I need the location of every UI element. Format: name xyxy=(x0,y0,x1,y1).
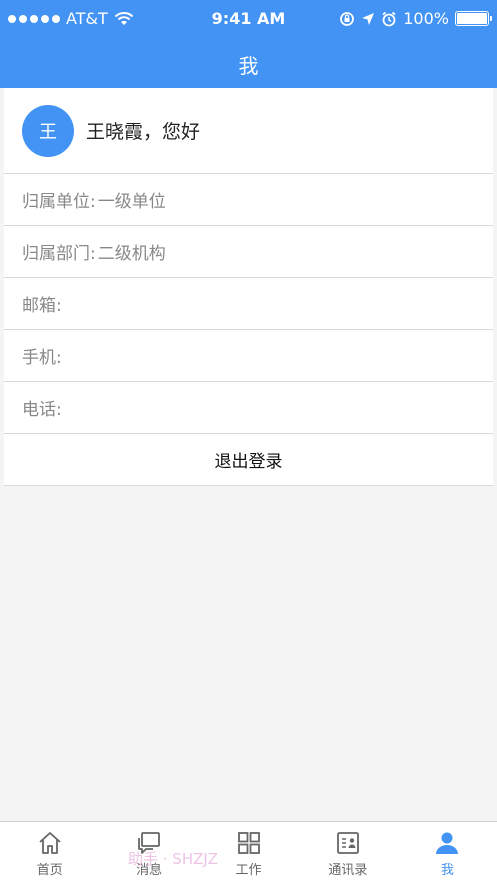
field-label: 归属部门: xyxy=(22,244,96,264)
status-bar-right: 100% xyxy=(339,9,492,28)
field-row-phone: 电话: xyxy=(4,382,493,434)
field-value: 二级机构 xyxy=(97,244,166,264)
field-value: 一级单位 xyxy=(97,192,166,212)
tab-messages[interactable]: 消息 xyxy=(99,822,198,883)
grid-icon xyxy=(237,832,260,854)
alarm-icon xyxy=(382,11,396,26)
tab-label: 首页 xyxy=(36,863,63,878)
rotation-lock-icon xyxy=(340,11,355,26)
message-icon xyxy=(138,832,161,854)
field-label: 电话: xyxy=(22,400,62,420)
page-title: 我 xyxy=(238,54,259,78)
field-row-unit: 归属单位: 一级单位 xyxy=(4,174,493,226)
tab-label: 消息 xyxy=(136,863,163,878)
field-label: 邮箱: xyxy=(22,296,62,316)
contacts-icon xyxy=(337,832,359,854)
tab-label: 通讯录 xyxy=(328,863,368,878)
field-label: 归属单位: xyxy=(22,192,96,212)
top-header: AT&T 9:41 AM 100% 我 xyxy=(0,0,497,88)
tab-contacts[interactable]: 通讯录 xyxy=(298,822,397,883)
avatar: 王 xyxy=(22,104,74,157)
greeting-text: 王晓霞，您好 xyxy=(86,121,201,143)
field-row-department: 归属部门: 二级机构 xyxy=(4,226,493,278)
field-label: 手机: xyxy=(22,348,62,368)
bottom-tab-bar: 首页 消息 工作 通讯录 我 xyxy=(0,821,497,883)
status-bar: AT&T 9:41 AM 100% xyxy=(0,0,497,38)
tab-work[interactable]: 工作 xyxy=(199,822,298,883)
logout-button[interactable]: 退出登录 xyxy=(4,434,493,486)
tab-home[interactable]: 首页 xyxy=(0,822,99,883)
location-icon xyxy=(362,12,375,25)
profile-card: 王 王晓霞，您好 归属单位: 一级单位 归属部门: 二级机构 邮箱: 手机: 电… xyxy=(4,88,493,486)
user-icon xyxy=(436,832,459,854)
tab-me[interactable]: 我 xyxy=(398,822,497,883)
battery-icon xyxy=(455,11,492,26)
tab-label: 工作 xyxy=(235,863,262,878)
home-icon xyxy=(39,832,61,854)
profile-row: 王 王晓霞，您好 xyxy=(4,88,493,174)
field-row-mobile: 手机: xyxy=(4,330,493,382)
battery-percent: 100% xyxy=(403,9,449,28)
tab-label: 我 xyxy=(440,863,454,878)
field-row-email: 邮箱: xyxy=(4,278,493,330)
